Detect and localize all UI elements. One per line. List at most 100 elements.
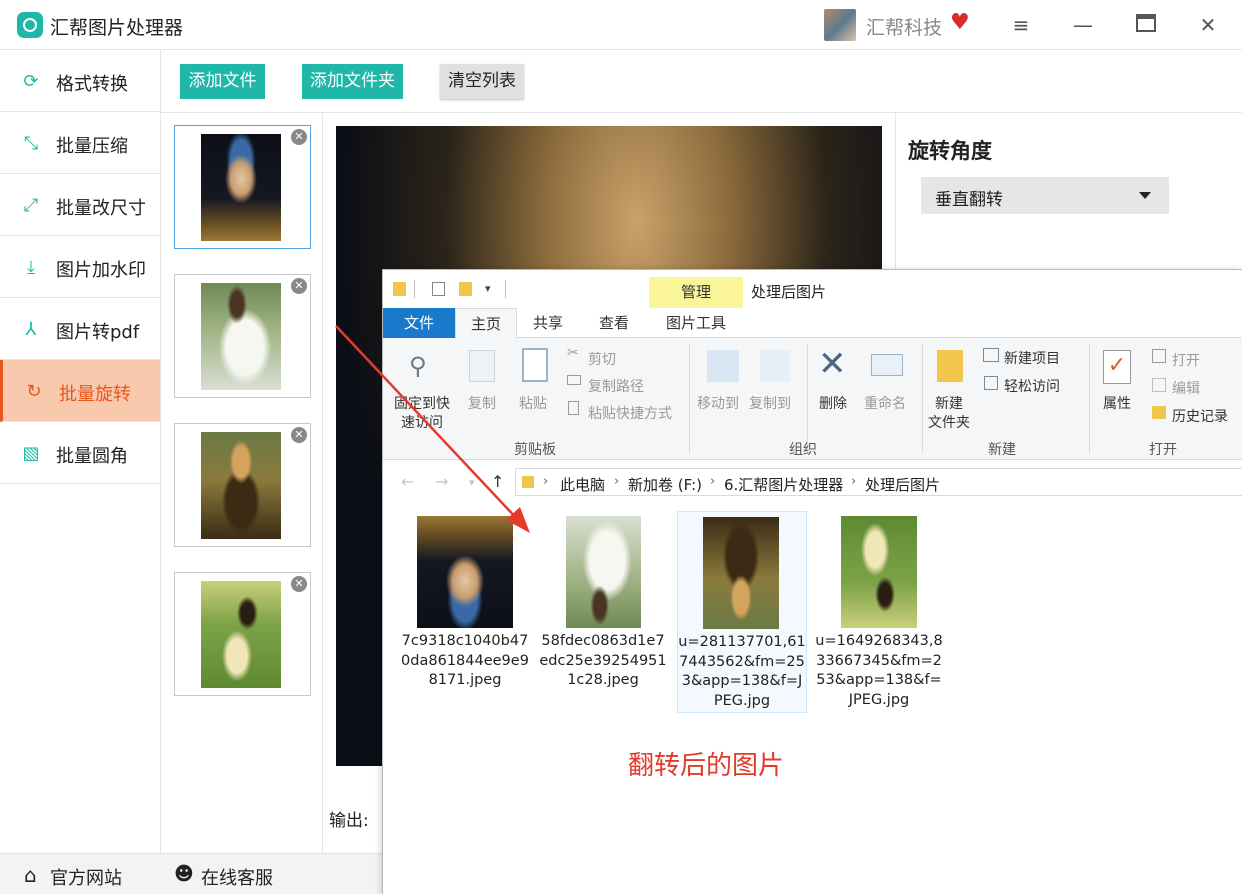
file-name: 7c9318c1040b470da861844ee9e98171.jpeg xyxy=(401,633,529,688)
tab-file[interactable]: 文件 xyxy=(383,308,455,338)
address-bar: ← → ▾ ↑ › 此电脑 › 新加卷 (F:) › 6.汇帮图片处理器 › 处… xyxy=(383,460,1242,504)
official-site-link[interactable]: 官方网站 xyxy=(50,864,122,890)
copy-button[interactable]: 复制 xyxy=(468,393,496,413)
file-thumbnail xyxy=(566,516,641,628)
title-bar: 汇帮图片处理器 汇帮科技 ♥ ≡ — ✕ xyxy=(0,0,1242,50)
back-arrow-icon[interactable]: ← xyxy=(401,472,414,491)
watermark-icon: ⤓ xyxy=(27,257,35,278)
delete-button[interactable]: 删除 xyxy=(819,393,847,413)
file-name: 58fdec0863d1e7edc25e392549511c28.jpeg xyxy=(539,633,667,688)
group-label-clipboard: 剪贴板 xyxy=(514,442,556,458)
group-label-organize: 组织 xyxy=(789,442,817,458)
rename-button[interactable]: 重命名 xyxy=(864,393,906,413)
ribbon: ⚲ 固定到快 速访问 复制 粘贴 ✂ 剪切 复制路径 粘贴快捷方式 剪贴板 移动… xyxy=(383,338,1242,460)
user-name[interactable]: 汇帮科技 xyxy=(866,13,942,40)
remove-icon[interactable]: ✕ xyxy=(291,129,307,145)
online-service-link[interactable]: 在线客服 xyxy=(201,864,273,890)
sidebar-item-rotate[interactable]: ↻ 批量旋转 xyxy=(0,360,160,422)
remove-icon[interactable]: ✕ xyxy=(291,576,307,592)
move-to-button[interactable]: 移动到 xyxy=(697,393,739,413)
pdf-icon: ⅄ xyxy=(25,319,37,340)
headset-icon: ☻ xyxy=(174,863,194,885)
sidebar-item-round-corner[interactable]: ▧ 批量圆角 xyxy=(0,422,160,484)
breadcrumb-drive[interactable]: 新加卷 (F:) xyxy=(628,474,702,495)
breadcrumb-this-pc[interactable]: 此电脑 xyxy=(560,474,605,495)
tab-picture-tools[interactable]: 图片工具 xyxy=(649,308,743,338)
easy-access-button[interactable]: 轻松访问 xyxy=(1004,376,1060,396)
ribbon-tabs: 文件 主页 共享 查看 图片工具 xyxy=(383,308,1242,338)
sidebar-item-pdf[interactable]: ⅄ 图片转pdf xyxy=(0,298,160,360)
thumbnail-item[interactable]: ✕ xyxy=(174,274,311,398)
rotation-angle-select[interactable]: 垂直翻转 xyxy=(921,177,1169,214)
thumbnail-item[interactable]: ✕ xyxy=(174,423,311,547)
up-arrow-icon[interactable]: ↑ xyxy=(491,472,504,491)
tab-home[interactable]: 主页 xyxy=(455,308,517,338)
paste-button[interactable]: 粘贴 xyxy=(519,393,547,413)
file-item[interactable]: 58fdec0863d1e7edc25e392549511c28.jpeg xyxy=(539,511,669,713)
sidebar-item-label: 批量旋转 xyxy=(59,384,131,405)
sidebar-item-watermark[interactable]: ⤓ 图片加水印 xyxy=(0,236,160,298)
add-file-button[interactable]: 添加文件 xyxy=(180,64,265,99)
file-thumbnail xyxy=(841,516,917,628)
history-button[interactable]: 历史记录 xyxy=(1172,406,1228,426)
vip-diamond-icon[interactable]: ♥ xyxy=(950,10,970,35)
sidebar-item-resize[interactable]: ⤢ 批量改尺寸 xyxy=(0,174,160,236)
pin-to-quick-access-button[interactable]: 固定到快 xyxy=(394,393,450,413)
recent-dropdown-icon[interactable]: ▾ xyxy=(469,476,475,489)
copy-path-button[interactable]: 复制路径 xyxy=(588,376,644,396)
tab-share[interactable]: 共享 xyxy=(519,308,577,338)
minimize-icon[interactable]: — xyxy=(1070,12,1096,38)
user-avatar[interactable] xyxy=(824,9,856,41)
tab-view[interactable]: 查看 xyxy=(583,308,645,338)
edit-button[interactable]: 编辑 xyxy=(1172,378,1200,398)
file-item[interactable]: u=281137701,617443562&fm=253&app=138&f=J… xyxy=(677,511,807,713)
folder-icon[interactable] xyxy=(393,282,406,296)
maximize-icon[interactable] xyxy=(1133,12,1159,38)
cut-button[interactable]: 剪切 xyxy=(588,349,616,369)
thumbnail-item[interactable]: ✕ xyxy=(174,572,311,696)
rotation-angle-title: 旋转角度 xyxy=(908,139,992,163)
clear-list-button[interactable]: 清空列表 xyxy=(440,64,524,99)
breadcrumb[interactable]: › 此电脑 › 新加卷 (F:) › 6.汇帮图片处理器 › 处理后图片 xyxy=(515,468,1242,496)
thumbnail-item[interactable]: ✕ xyxy=(174,125,311,249)
new-folder-button[interactable]: 新建 xyxy=(935,393,963,413)
sidebar-item-compress[interactable]: ⤡ 批量压缩 xyxy=(0,112,160,174)
forward-arrow-icon[interactable]: → xyxy=(435,472,448,491)
new-item-button[interactable]: 新建项目 xyxy=(1004,348,1060,368)
sidebar-item-format-convert[interactable]: ⟳ 格式转换 xyxy=(0,50,160,112)
properties-button[interactable]: 属性 xyxy=(1103,393,1131,413)
remove-icon[interactable]: ✕ xyxy=(291,278,307,294)
file-thumbnail xyxy=(703,517,779,629)
copy-to-icon xyxy=(760,350,790,382)
sidebar-item-label: 图片加水印 xyxy=(56,260,146,281)
sidebar-item-label: 批量圆角 xyxy=(56,446,128,467)
customize-arrow-icon[interactable]: ▾ xyxy=(485,282,491,295)
tab-manage[interactable]: 管理 xyxy=(649,277,743,308)
resize-icon: ⤢ xyxy=(23,195,39,216)
flipped-images-caption: 翻转后的图片 xyxy=(628,751,785,781)
rename-icon xyxy=(871,354,903,376)
file-item[interactable]: u=1649268343,833667345&fm=253&app=138&f=… xyxy=(815,511,945,713)
new-folder-icon[interactable] xyxy=(459,282,472,296)
output-label: 输出: xyxy=(329,811,369,831)
thumbnail-image xyxy=(201,432,281,539)
new-item-icon xyxy=(983,348,999,362)
move-to-icon xyxy=(707,350,739,382)
menu-icon[interactable]: ≡ xyxy=(1008,12,1034,38)
paste-shortcut-button[interactable]: 粘贴快捷方式 xyxy=(588,403,672,423)
remove-icon[interactable]: ✕ xyxy=(291,427,307,443)
rotation-settings-panel: 旋转角度 垂直翻转 xyxy=(895,113,1242,270)
thumbnail-image xyxy=(201,134,281,241)
open-button[interactable]: 打开 xyxy=(1172,350,1200,370)
folder-icon xyxy=(522,476,534,488)
properties-check-icon[interactable] xyxy=(432,282,445,296)
add-folder-button[interactable]: 添加文件夹 xyxy=(302,64,403,99)
toolbar: 添加文件 添加文件夹 清空列表 xyxy=(161,50,1242,113)
file-item[interactable]: 7c9318c1040b470da861844ee9e98171.jpeg xyxy=(401,511,531,713)
paste-icon xyxy=(522,348,548,382)
edit-icon xyxy=(1152,378,1166,392)
breadcrumb-output-folder[interactable]: 处理后图片 xyxy=(865,474,940,495)
close-icon[interactable]: ✕ xyxy=(1195,12,1221,38)
breadcrumb-app-folder[interactable]: 6.汇帮图片处理器 xyxy=(724,474,843,495)
copy-to-button[interactable]: 复制到 xyxy=(749,393,791,413)
